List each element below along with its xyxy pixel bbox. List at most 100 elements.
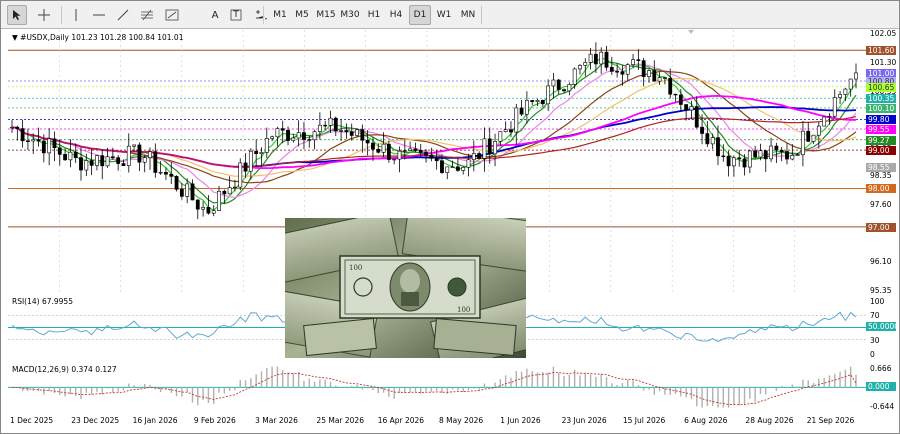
candle-body[interactable] — [567, 84, 572, 92]
candle-body[interactable] — [779, 149, 784, 152]
candle-body[interactable] — [312, 131, 317, 141]
candle-body[interactable] — [689, 106, 694, 111]
candle-body[interactable] — [816, 125, 821, 136]
candle-body[interactable] — [678, 94, 683, 105]
candle-body[interactable] — [79, 157, 83, 171]
candle-body[interactable] — [392, 158, 397, 161]
timeframe-h1[interactable]: H1 — [363, 5, 385, 25]
candle-body[interactable] — [519, 107, 524, 115]
timeframe-h4[interactable]: H4 — [385, 5, 407, 25]
candle-body[interactable] — [254, 150, 259, 155]
candle-body[interactable] — [811, 134, 816, 142]
candle-body[interactable] — [843, 88, 848, 95]
candle-body[interactable] — [556, 79, 561, 90]
candle-body[interactable] — [333, 117, 338, 132]
timeframe-mn[interactable]: MN — [457, 5, 479, 25]
candle-body[interactable] — [402, 150, 407, 152]
candle-body[interactable] — [233, 186, 237, 189]
candle-body[interactable] — [47, 138, 52, 154]
candle-body[interactable] — [36, 139, 41, 142]
candle-body[interactable] — [663, 77, 667, 79]
cursor-tool-icon[interactable] — [7, 5, 27, 25]
candle-body[interactable] — [710, 137, 715, 145]
candle-body[interactable] — [52, 138, 57, 149]
candle-body[interactable] — [57, 147, 62, 155]
candle-body[interactable] — [753, 150, 758, 158]
candle-body[interactable] — [732, 157, 736, 167]
candle-body[interactable] — [20, 128, 25, 142]
candle-body[interactable] — [238, 162, 243, 188]
candle-body[interactable] — [785, 151, 789, 160]
timeframe-w1[interactable]: W1 — [433, 5, 455, 25]
candle-body[interactable] — [487, 138, 492, 155]
candle-body[interactable] — [302, 132, 306, 140]
candle-body[interactable] — [376, 148, 381, 153]
candle-body[interactable] — [477, 153, 482, 159]
candle-body[interactable] — [339, 130, 344, 132]
candle-body[interactable] — [280, 128, 285, 131]
candle-body[interactable] — [349, 131, 354, 136]
candle-body[interactable] — [673, 93, 678, 96]
text-label-tool-icon[interactable]: T — [227, 5, 245, 25]
candle-body[interactable] — [15, 126, 20, 129]
candle-body[interactable] — [509, 129, 513, 133]
candle-body[interactable] — [68, 151, 73, 161]
channel-tool-icon[interactable] — [161, 5, 183, 25]
candle-body[interactable] — [540, 100, 545, 105]
candle-body[interactable] — [445, 166, 450, 173]
candle-body[interactable] — [790, 155, 795, 160]
candle-body[interactable] — [26, 140, 30, 142]
candle-body[interactable] — [694, 106, 699, 128]
candle-body[interactable] — [652, 70, 657, 82]
candle-body[interactable] — [41, 140, 46, 154]
candle-body[interactable] — [726, 155, 731, 167]
candle-body[interactable] — [296, 132, 301, 139]
candle-body[interactable] — [89, 160, 94, 166]
candle-body[interactable] — [795, 154, 800, 156]
candle-body[interactable] — [10, 126, 14, 129]
candle-body[interactable] — [84, 160, 89, 171]
candle-body[interactable] — [466, 159, 471, 168]
candle-body[interactable] — [440, 160, 444, 173]
candle-body[interactable] — [721, 155, 726, 157]
candle-body[interactable] — [201, 206, 205, 210]
candle-body[interactable] — [158, 171, 163, 174]
candle-body[interactable] — [418, 150, 423, 153]
candle-body[interactable] — [121, 163, 126, 166]
candle-body[interactable] — [641, 60, 646, 77]
candle-body[interactable] — [169, 173, 174, 177]
candle-body[interactable] — [355, 129, 359, 136]
candle-body[interactable] — [291, 137, 296, 141]
candle-body[interactable] — [583, 62, 588, 66]
candle-body[interactable] — [593, 53, 598, 65]
candle-body[interactable] — [854, 72, 858, 80]
candle-body[interactable] — [381, 143, 386, 153]
timeframe-m30[interactable]: M30 — [339, 5, 361, 25]
candle-body[interactable] — [668, 78, 673, 95]
candle-body[interactable] — [482, 138, 487, 159]
candle-body[interactable] — [599, 51, 604, 65]
candle-body[interactable] — [524, 100, 529, 115]
candle-body[interactable] — [132, 144, 136, 147]
candle-body[interactable] — [73, 151, 78, 158]
candle-body[interactable] — [742, 158, 747, 168]
candle-body[interactable] — [248, 150, 253, 172]
candle-body[interactable] — [535, 100, 540, 102]
candle-body[interactable] — [604, 51, 609, 68]
fibonacci-tool-icon[interactable] — [137, 5, 157, 25]
candle-body[interactable] — [386, 143, 391, 160]
candle-body[interactable] — [63, 154, 67, 161]
candle-body[interactable] — [636, 59, 641, 61]
candle-body[interactable] — [498, 131, 503, 142]
candle-body[interactable] — [190, 183, 195, 201]
candle-body[interactable] — [827, 115, 832, 118]
candle-body[interactable] — [578, 65, 582, 70]
candle-body[interactable] — [185, 183, 190, 197]
timeframe-m1[interactable]: M1 — [269, 5, 291, 25]
candle-body[interactable] — [493, 141, 497, 155]
candle-body[interactable] — [514, 107, 519, 133]
candle-body[interactable] — [137, 144, 142, 163]
candle-body[interactable] — [323, 124, 328, 127]
candle-body[interactable] — [503, 129, 508, 132]
candle-body[interactable] — [105, 156, 110, 167]
